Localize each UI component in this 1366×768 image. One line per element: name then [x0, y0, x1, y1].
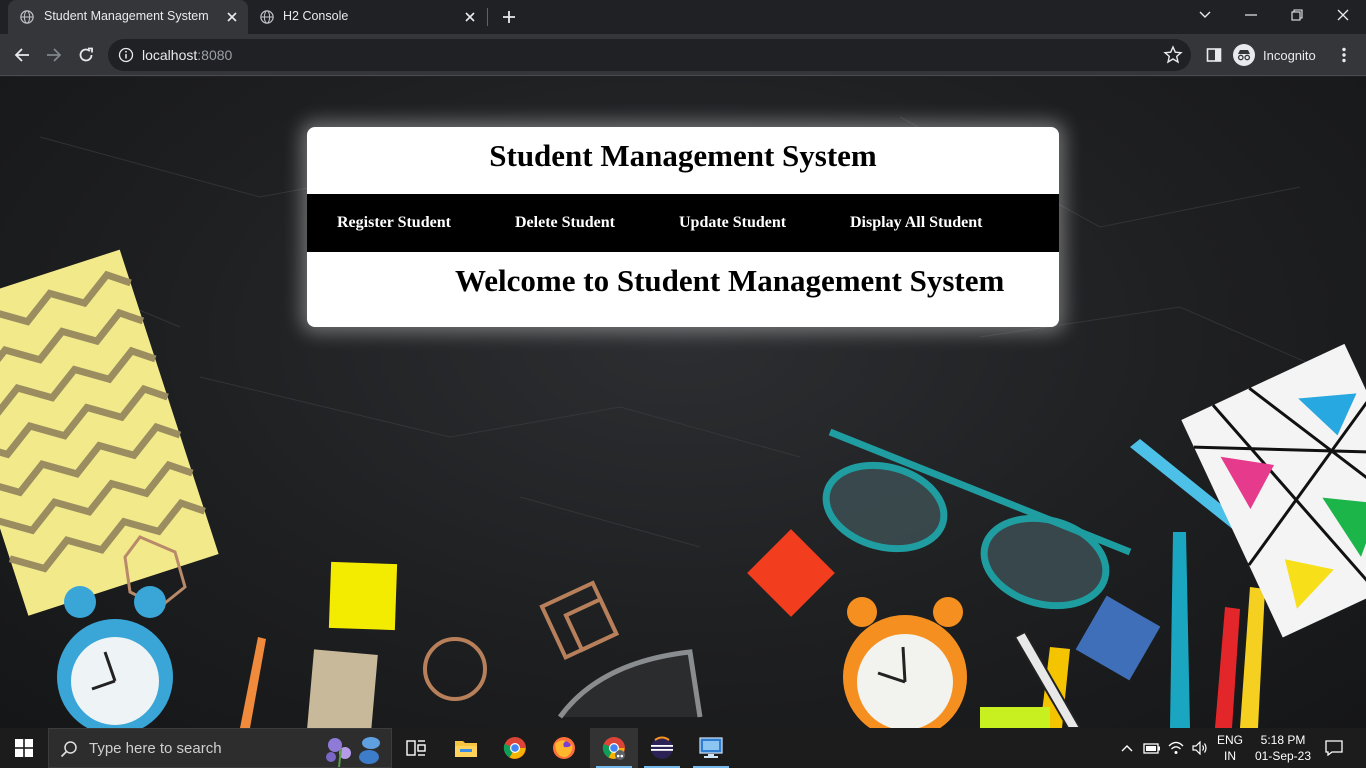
page-title: Student Management System: [489, 138, 877, 173]
globe-icon: [260, 10, 274, 24]
nav-delete-student[interactable]: Delete Student: [515, 214, 615, 232]
arrow-right-icon: [47, 48, 62, 62]
volume-button[interactable]: [1188, 728, 1212, 768]
globe-icon: [20, 10, 34, 24]
arrow-left-icon: [14, 48, 29, 62]
taskbar-search[interactable]: Type here to search: [48, 728, 392, 768]
file-explorer-button[interactable]: [442, 728, 490, 768]
close-icon: [1337, 9, 1349, 21]
taskbar: Type here to search ENG IN 5:18 PM 01-Se…: [0, 728, 1366, 768]
forward-button[interactable]: [40, 41, 68, 69]
main-card: Student Management System Register Stude…: [307, 127, 1059, 327]
wifi-icon: [1168, 741, 1184, 754]
restore-button[interactable]: [1274, 0, 1320, 30]
close-icon[interactable]: [222, 7, 242, 27]
clock-date: 01-Sep-23: [1254, 749, 1312, 763]
minimize-icon: [1245, 14, 1257, 16]
remote-desktop-icon: [699, 737, 723, 758]
language-code: ENG: [1216, 733, 1243, 747]
chrome-icon: [503, 737, 526, 759]
incognito-profile-button[interactable]: Incognito: [1233, 39, 1316, 71]
chrome-incognito-button[interactable]: [590, 728, 638, 768]
welcome-heading: Welcome to Student Management System: [455, 263, 1005, 298]
back-button[interactable]: [8, 41, 36, 69]
tab-search-button[interactable]: [1182, 0, 1228, 30]
info-icon[interactable]: [118, 47, 134, 63]
close-icon[interactable]: [460, 7, 480, 27]
browser-tabstrip: Student Management System H2 Console: [0, 0, 1366, 34]
clock[interactable]: 5:18 PM 01-Sep-23: [1250, 732, 1316, 764]
incognito-label: Incognito: [1263, 47, 1316, 63]
plus-icon: [503, 11, 515, 23]
search-icon: [60, 741, 77, 758]
network-button[interactable]: [1164, 728, 1188, 768]
page-viewport: Student Management System Register Stude…: [0, 77, 1366, 728]
battery-icon: [1143, 743, 1160, 754]
star-icon[interactable]: [1163, 45, 1183, 65]
flowers-icon: [326, 737, 380, 767]
search-placeholder: Type here to search: [89, 740, 222, 757]
firefox-button[interactable]: [540, 728, 588, 768]
kebab-menu-icon: [1342, 47, 1346, 63]
chevron-up-icon: [1121, 745, 1133, 752]
clock-time: 5:18 PM: [1260, 733, 1306, 747]
notifications-button[interactable]: [1320, 728, 1348, 768]
side-panel-button[interactable]: [1200, 41, 1228, 69]
incognito-icon: [1233, 44, 1255, 66]
nav-bar: Register Student Delete Student Update S…: [307, 194, 1059, 252]
firefox-icon: [553, 737, 575, 759]
chevron-down-icon: [1199, 11, 1211, 18]
close-window-button[interactable]: [1320, 0, 1366, 30]
eclipse-button[interactable]: [638, 728, 686, 768]
language-indicator[interactable]: ENG IN: [1214, 732, 1246, 764]
tab-h2-console[interactable]: H2 Console: [248, 0, 486, 34]
region-code: IN: [1224, 749, 1236, 763]
chrome-incognito-icon: [602, 737, 625, 760]
tab-separator: [487, 8, 488, 26]
notification-icon: [1325, 740, 1343, 756]
start-button[interactable]: [0, 728, 48, 768]
minimize-button[interactable]: [1228, 0, 1274, 30]
tab-title: H2 Console: [283, 9, 349, 23]
tab-student-management[interactable]: Student Management System: [8, 0, 248, 34]
show-hidden-icons-button[interactable]: [1116, 728, 1138, 768]
restore-icon: [1291, 9, 1303, 21]
task-view-button[interactable]: [392, 728, 440, 768]
nav-register-student[interactable]: Register Student: [337, 214, 451, 232]
reload-button[interactable]: [72, 41, 100, 69]
folder-icon: [455, 741, 477, 757]
tab-title: Student Management System: [44, 9, 209, 23]
reload-icon: [79, 47, 93, 62]
chrome-button[interactable]: [491, 728, 539, 768]
browser-toolbar: localhost:8080 Incognito: [0, 34, 1366, 76]
speaker-icon: [1192, 741, 1207, 755]
eclipse-icon: [651, 736, 673, 759]
windows-icon: [15, 739, 33, 757]
new-tab-button[interactable]: [497, 5, 521, 29]
battery-button[interactable]: [1140, 728, 1164, 768]
url-text[interactable]: localhost:8080: [142, 47, 232, 63]
remote-desktop-button[interactable]: [687, 728, 735, 768]
nav-display-all-student[interactable]: Display All Student: [850, 214, 982, 232]
side-panel-icon: [1206, 48, 1222, 62]
menu-button[interactable]: [1330, 41, 1358, 69]
task-view-icon: [406, 740, 426, 756]
nav-update-student[interactable]: Update Student: [679, 214, 786, 232]
address-bar[interactable]: localhost:8080: [108, 39, 1191, 71]
